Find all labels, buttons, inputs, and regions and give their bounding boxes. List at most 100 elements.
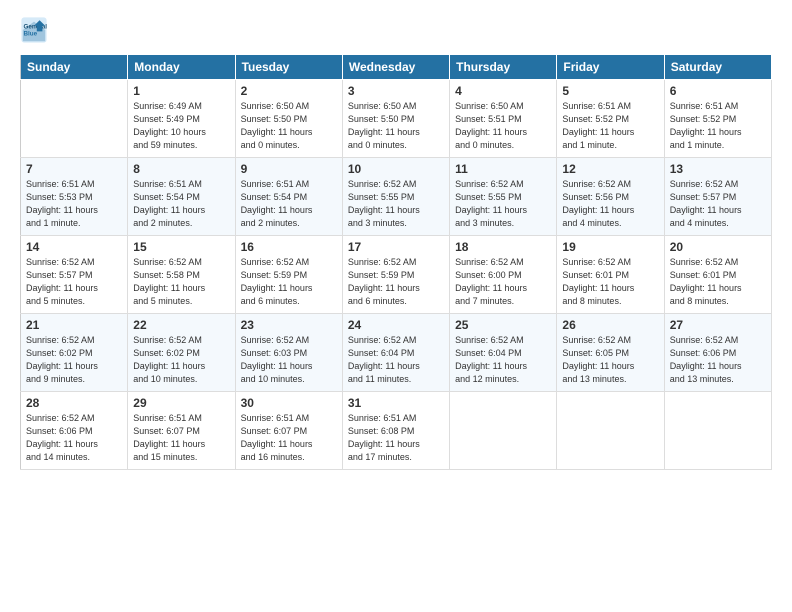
calendar-cell [450, 392, 557, 470]
calendar-cell: 5 Sunrise: 6:51 AM Sunset: 5:52 PM Daylig… [557, 80, 664, 158]
day-number: 24 [348, 318, 444, 332]
day-info: Sunrise: 6:52 AM Sunset: 6:02 PM Dayligh… [133, 334, 229, 386]
calendar-cell: 14 Sunrise: 6:52 AM Sunset: 5:57 PM Dayli… [21, 236, 128, 314]
day-info: Sunrise: 6:50 AM Sunset: 5:50 PM Dayligh… [348, 100, 444, 152]
day-number: 22 [133, 318, 229, 332]
calendar-cell: 11Sunrise: 6:52 AM Sunset: 5:55 PM Dayli… [450, 158, 557, 236]
day-info: Sunrise: 6:52 AM Sunset: 5:59 PM Dayligh… [348, 256, 444, 308]
calendar-cell: 20 Sunrise: 6:52 AM Sunset: 6:01 PM Dayli… [664, 236, 771, 314]
weekday-header-saturday: Saturday [664, 55, 771, 80]
day-info: Sunrise: 6:50 AM Sunset: 5:50 PM Dayligh… [241, 100, 337, 152]
day-info: Sunrise: 6:52 AM Sunset: 6:03 PM Dayligh… [241, 334, 337, 386]
calendar-cell: 18Sunrise: 6:52 AM Sunset: 6:00 PM Dayli… [450, 236, 557, 314]
day-info: Sunrise: 6:52 AM Sunset: 6:05 PM Dayligh… [562, 334, 658, 386]
weekday-header-thursday: Thursday [450, 55, 557, 80]
day-number: 25 [455, 318, 551, 332]
day-number: 28 [26, 396, 122, 410]
weekday-header-tuesday: Tuesday [235, 55, 342, 80]
day-info: Sunrise: 6:51 AM Sunset: 6:07 PM Dayligh… [133, 412, 229, 464]
logo: General Blue [20, 16, 52, 44]
day-info: Sunrise: 6:52 AM Sunset: 6:02 PM Dayligh… [26, 334, 122, 386]
calendar-cell: 25 Sunrise: 6:52 AM Sunset: 6:04 PM Dayli… [450, 314, 557, 392]
day-info: Sunrise: 6:52 AM Sunset: 5:57 PM Dayligh… [26, 256, 122, 308]
weekday-header-monday: Monday [128, 55, 235, 80]
day-info: Sunrise: 6:51 AM Sunset: 5:52 PM Dayligh… [562, 100, 658, 152]
calendar-cell: 29 Sunrise: 6:51 AM Sunset: 6:07 PM Dayli… [128, 392, 235, 470]
day-info: Sunrise: 6:52 AM Sunset: 5:59 PM Dayligh… [241, 256, 337, 308]
day-number: 5 [562, 84, 658, 98]
day-info: Sunrise: 6:52 AM Sunset: 5:56 PM Dayligh… [562, 178, 658, 230]
day-info: Sunrise: 6:52 AM Sunset: 6:00 PM Dayligh… [455, 256, 551, 308]
day-number: 30 [241, 396, 337, 410]
week-row-2: 7Sunrise: 6:51 AM Sunset: 5:53 PM Daylig… [21, 158, 772, 236]
day-info: Sunrise: 6:52 AM Sunset: 5:58 PM Dayligh… [133, 256, 229, 308]
calendar-cell [664, 392, 771, 470]
day-number: 21 [26, 318, 122, 332]
day-number: 16 [241, 240, 337, 254]
day-info: Sunrise: 6:52 AM Sunset: 5:55 PM Dayligh… [455, 178, 551, 230]
day-number: 10 [348, 162, 444, 176]
calendar-cell: 6 Sunrise: 6:51 AM Sunset: 5:52 PM Daylig… [664, 80, 771, 158]
weekday-header-friday: Friday [557, 55, 664, 80]
week-row-1: 1Sunrise: 6:49 AM Sunset: 5:49 PM Daylig… [21, 80, 772, 158]
day-number: 19 [562, 240, 658, 254]
day-info: Sunrise: 6:52 AM Sunset: 6:06 PM Dayligh… [26, 412, 122, 464]
calendar-table: SundayMondayTuesdayWednesdayThursdayFrid… [20, 54, 772, 470]
week-row-4: 21 Sunrise: 6:52 AM Sunset: 6:02 PM Dayli… [21, 314, 772, 392]
day-number: 2 [241, 84, 337, 98]
day-info: Sunrise: 6:52 AM Sunset: 5:57 PM Dayligh… [670, 178, 766, 230]
week-row-5: 28 Sunrise: 6:52 AM Sunset: 6:06 PM Dayli… [21, 392, 772, 470]
day-number: 8 [133, 162, 229, 176]
svg-text:Blue: Blue [24, 31, 38, 38]
calendar-cell: 13 Sunrise: 6:52 AM Sunset: 5:57 PM Dayli… [664, 158, 771, 236]
day-info: Sunrise: 6:52 AM Sunset: 6:01 PM Dayligh… [562, 256, 658, 308]
calendar-cell: 8 Sunrise: 6:51 AM Sunset: 5:54 PM Daylig… [128, 158, 235, 236]
calendar-cell: 31 Sunrise: 6:51 AM Sunset: 6:08 PM Dayli… [342, 392, 449, 470]
day-info: Sunrise: 6:51 AM Sunset: 6:08 PM Dayligh… [348, 412, 444, 464]
calendar-cell: 2 Sunrise: 6:50 AM Sunset: 5:50 PM Daylig… [235, 80, 342, 158]
day-info: Sunrise: 6:52 AM Sunset: 5:55 PM Dayligh… [348, 178, 444, 230]
day-number: 31 [348, 396, 444, 410]
day-info: Sunrise: 6:49 AM Sunset: 5:49 PM Dayligh… [133, 100, 229, 152]
calendar-cell: 7Sunrise: 6:51 AM Sunset: 5:53 PM Daylig… [21, 158, 128, 236]
day-number: 3 [348, 84, 444, 98]
calendar-cell: 27Sunrise: 6:52 AM Sunset: 6:06 PM Dayli… [664, 314, 771, 392]
calendar-cell [21, 80, 128, 158]
calendar-cell: 15 Sunrise: 6:52 AM Sunset: 5:58 PM Dayli… [128, 236, 235, 314]
calendar-cell: 30 Sunrise: 6:51 AM Sunset: 6:07 PM Dayli… [235, 392, 342, 470]
day-number: 15 [133, 240, 229, 254]
weekday-header-sunday: Sunday [21, 55, 128, 80]
weekday-header-row: SundayMondayTuesdayWednesdayThursdayFrid… [21, 55, 772, 80]
day-info: Sunrise: 6:51 AM Sunset: 5:54 PM Dayligh… [241, 178, 337, 230]
day-number: 4 [455, 84, 551, 98]
day-number: 20 [670, 240, 766, 254]
calendar-cell: 28 Sunrise: 6:52 AM Sunset: 6:06 PM Dayli… [21, 392, 128, 470]
calendar-cell: 17 Sunrise: 6:52 AM Sunset: 5:59 PM Dayli… [342, 236, 449, 314]
calendar-cell: 16 Sunrise: 6:52 AM Sunset: 5:59 PM Dayli… [235, 236, 342, 314]
day-number: 6 [670, 84, 766, 98]
day-number: 26 [562, 318, 658, 332]
day-number: 13 [670, 162, 766, 176]
day-info: Sunrise: 6:52 AM Sunset: 6:01 PM Dayligh… [670, 256, 766, 308]
day-info: Sunrise: 6:51 AM Sunset: 5:52 PM Dayligh… [670, 100, 766, 152]
day-info: Sunrise: 6:52 AM Sunset: 6:04 PM Dayligh… [455, 334, 551, 386]
calendar-cell: 10 Sunrise: 6:52 AM Sunset: 5:55 PM Dayli… [342, 158, 449, 236]
day-number: 29 [133, 396, 229, 410]
calendar-cell: 22 Sunrise: 6:52 AM Sunset: 6:02 PM Dayli… [128, 314, 235, 392]
day-number: 23 [241, 318, 337, 332]
weekday-header-wednesday: Wednesday [342, 55, 449, 80]
calendar-cell: 23 Sunrise: 6:52 AM Sunset: 6:03 PM Dayli… [235, 314, 342, 392]
calendar-cell: 24Sunrise: 6:52 AM Sunset: 6:04 PM Dayli… [342, 314, 449, 392]
day-info: Sunrise: 6:51 AM Sunset: 5:54 PM Dayligh… [133, 178, 229, 230]
day-number: 7 [26, 162, 122, 176]
day-number: 17 [348, 240, 444, 254]
calendar-cell: 3 Sunrise: 6:50 AM Sunset: 5:50 PM Daylig… [342, 80, 449, 158]
day-info: Sunrise: 6:51 AM Sunset: 6:07 PM Dayligh… [241, 412, 337, 464]
calendar-cell: 26 Sunrise: 6:52 AM Sunset: 6:05 PM Dayli… [557, 314, 664, 392]
header: General Blue [20, 16, 772, 44]
day-info: Sunrise: 6:52 AM Sunset: 6:06 PM Dayligh… [670, 334, 766, 386]
day-number: 9 [241, 162, 337, 176]
day-number: 14 [26, 240, 122, 254]
calendar-cell: 19 Sunrise: 6:52 AM Sunset: 6:01 PM Dayli… [557, 236, 664, 314]
week-row-3: 14 Sunrise: 6:52 AM Sunset: 5:57 PM Dayli… [21, 236, 772, 314]
